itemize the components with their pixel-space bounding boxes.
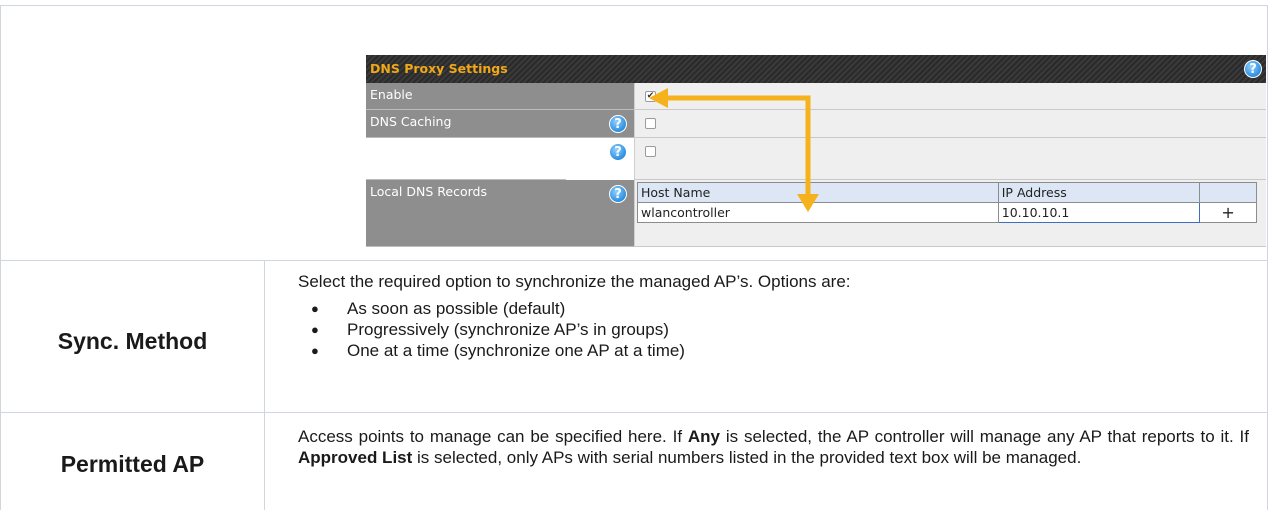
any-term: Any: [687, 427, 721, 446]
settings-table: DNS Proxy Settings ? Enable ✔ DNS Cachin…: [0, 5, 1268, 510]
list-item: Progressively (synchronize AP’s in group…: [298, 319, 1249, 340]
host-name-input[interactable]: wlancontroller: [637, 202, 999, 223]
help-icon[interactable]: ?: [609, 185, 627, 203]
dns-caching-row: DNS Caching ?: [366, 110, 1266, 138]
permitted-ap-description: Access points to manage can be specified…: [298, 426, 1249, 468]
google-dns-label: Include Google Public DNS Servers: [366, 138, 566, 180]
local-dns-label: Local DNS Records: [366, 180, 634, 247]
help-icon[interactable]: ?: [609, 143, 627, 161]
google-dns-checkbox[interactable]: [645, 146, 656, 157]
help-icon[interactable]: ?: [609, 115, 627, 133]
local-dns-row: Local DNS Records ? Host Name IP Address…: [366, 180, 1266, 247]
action-header: [1199, 182, 1257, 203]
screenshot-row: DNS Proxy Settings ? Enable ✔ DNS Cachin…: [1, 6, 1267, 260]
dns-records-table: Host Name IP Address wlancontroller 10.1…: [637, 182, 1257, 223]
list-item: One at a time (synchronize one AP at a t…: [298, 340, 1249, 361]
approved-list-term: Approved List: [298, 448, 413, 467]
enable-checkbox[interactable]: ✔: [645, 91, 656, 102]
column-divider: [264, 260, 265, 510]
help-icon[interactable]: ?: [1244, 60, 1262, 78]
enable-label: Enable: [366, 83, 634, 110]
sync-method-description: Select the required option to synchroniz…: [298, 271, 1249, 361]
permitted-ap-label: Permitted AP: [60, 451, 205, 477]
enable-row: Enable ✔: [366, 83, 1266, 110]
sync-intro: Select the required option to synchroniz…: [298, 272, 851, 291]
enable-value: ✔: [634, 83, 1266, 110]
sync-method-label: Sync. Method: [57, 328, 208, 354]
permitted-ap-row: Permitted AP Access points to manage can…: [1, 412, 1267, 512]
dns-caching-checkbox[interactable]: [645, 118, 656, 129]
permitted-text: is selected, the AP controller will mana…: [720, 427, 1249, 446]
permitted-text: Access points to manage can be specified…: [298, 427, 688, 446]
permitted-text: is selected, only APs with serial number…: [412, 448, 1082, 467]
google-dns-value: [634, 138, 1266, 180]
panel-header: DNS Proxy Settings: [366, 55, 1266, 83]
list-item: As soon as possible (default): [298, 298, 1249, 319]
local-dns-value: Host Name IP Address wlancontroller 10.1…: [634, 180, 1266, 247]
host-name-header: Host Name: [637, 182, 999, 203]
panel-title: DNS Proxy Settings: [370, 61, 508, 76]
dns-caching-value: [634, 110, 1266, 138]
ip-address-input[interactable]: 10.10.10.1: [997, 202, 1201, 223]
sync-options-list: As soon as possible (default) Progressiv…: [298, 298, 1249, 361]
add-record-button[interactable]: +: [1199, 202, 1257, 223]
dns-proxy-panel: DNS Proxy Settings ? Enable ✔ DNS Cachin…: [366, 55, 1266, 247]
ip-address-header: IP Address: [997, 182, 1201, 203]
sync-method-row: Sync. Method Select the required option …: [1, 260, 1267, 413]
dns-caching-label: DNS Caching: [366, 110, 634, 138]
google-dns-row: Include Google Public DNS Servers ?: [366, 138, 1266, 180]
